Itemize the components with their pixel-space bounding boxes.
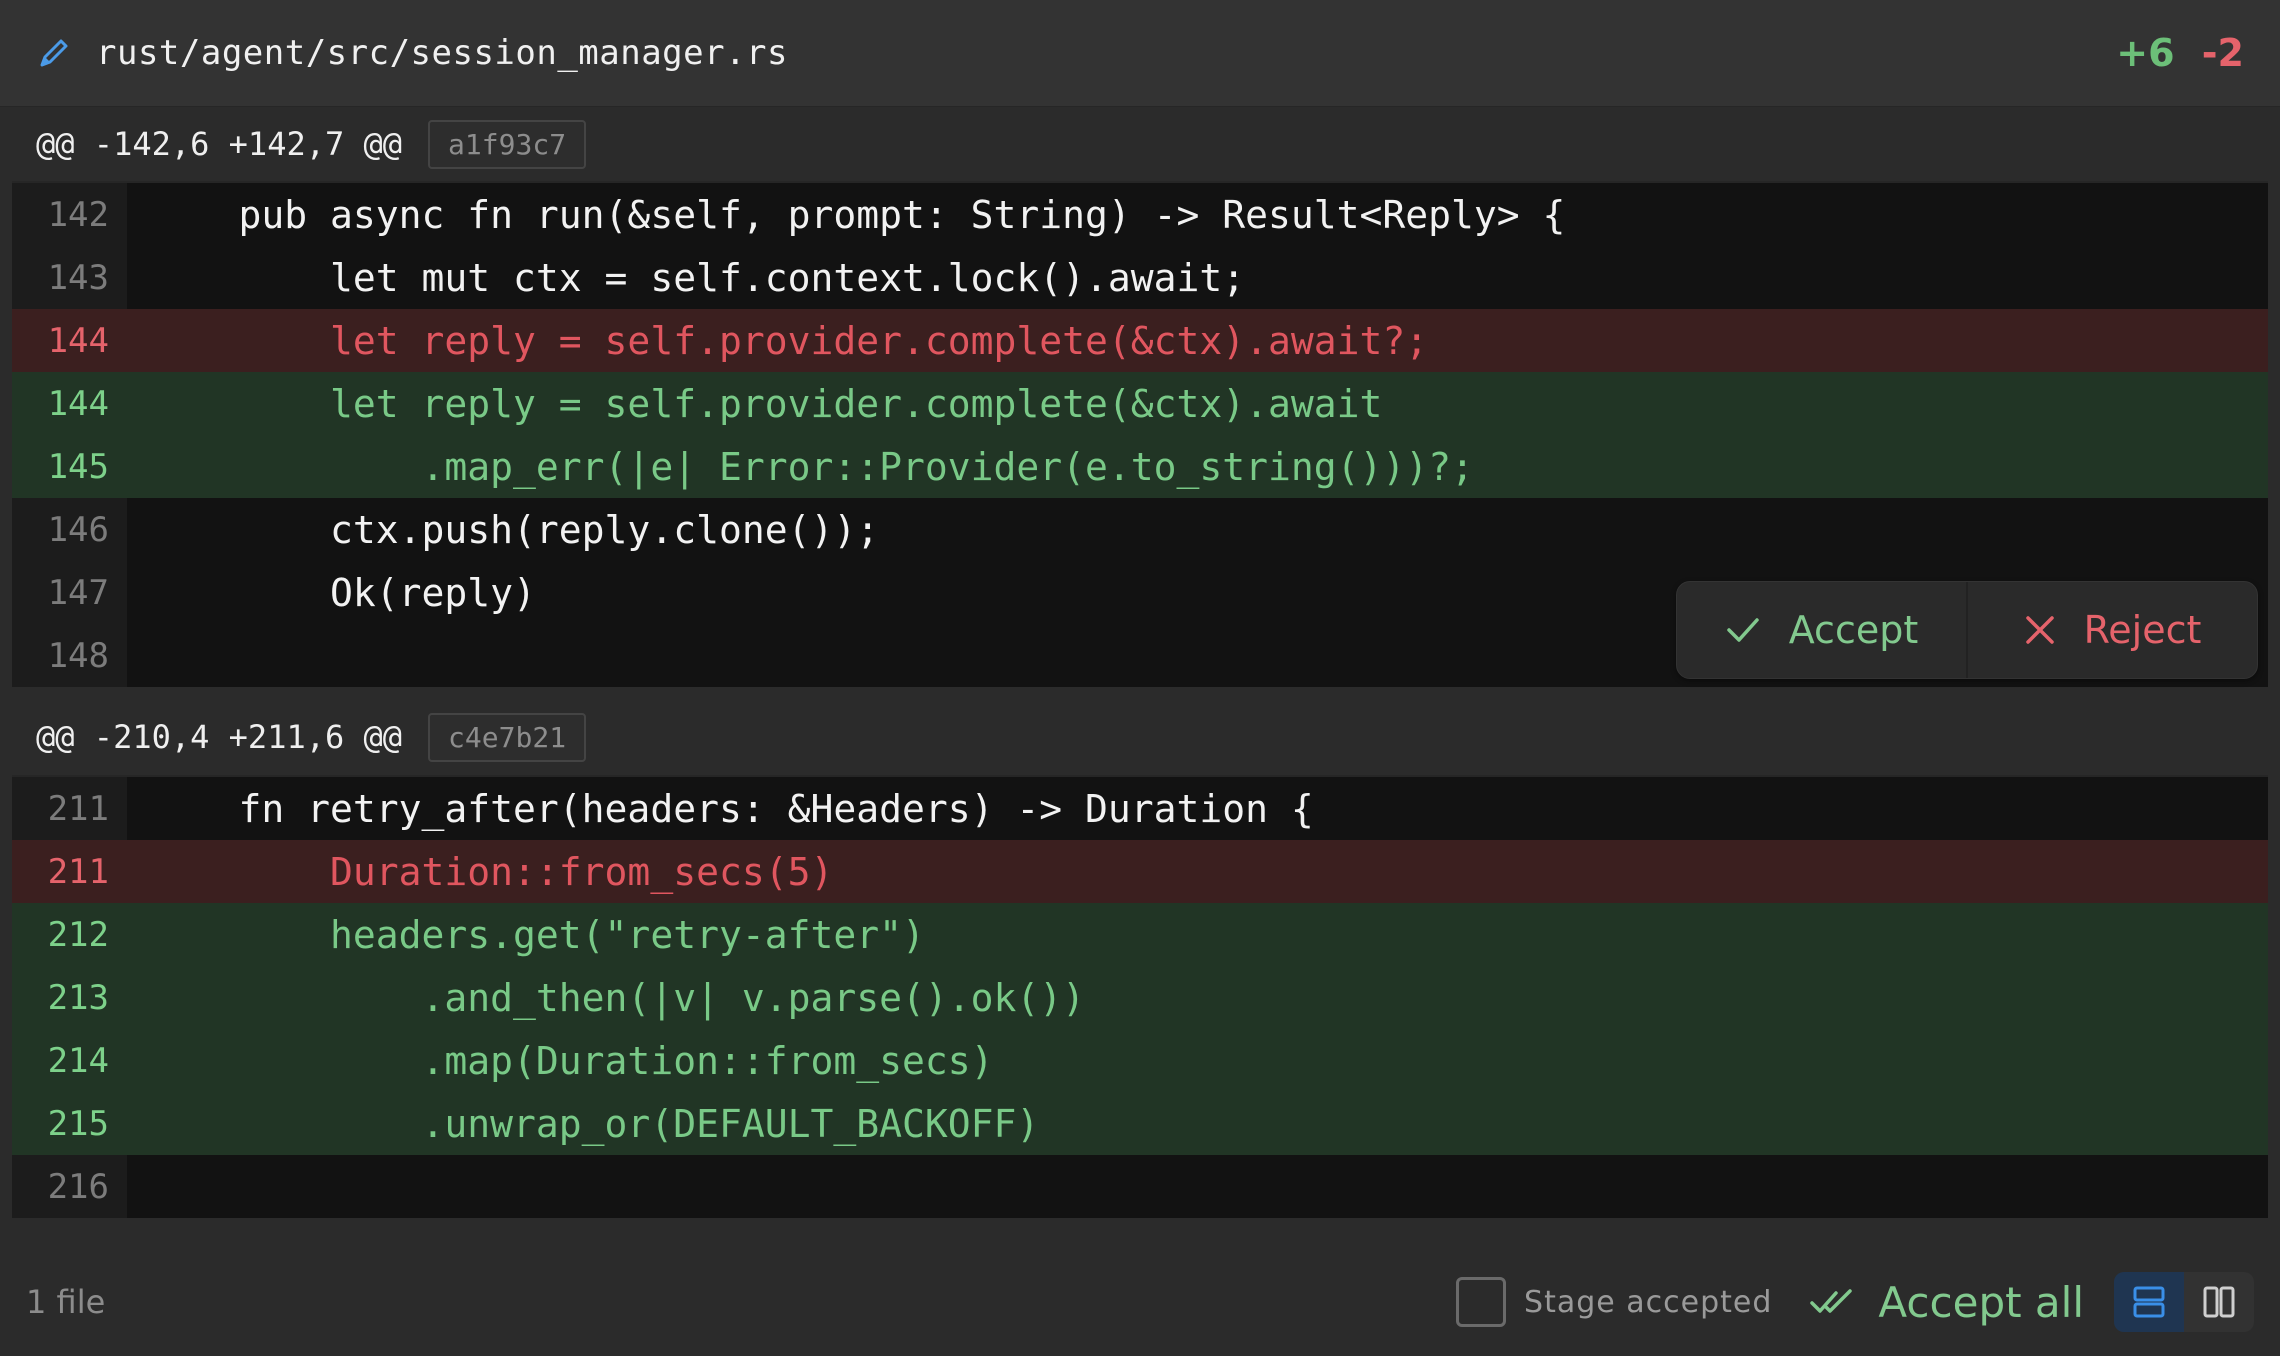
line-number: 212 [12, 903, 127, 966]
line-number: 145 [12, 435, 127, 498]
reject-label: Reject [2083, 608, 2202, 652]
added-line: 214 .map(Duration::from_secs) [12, 1029, 2268, 1092]
hunk-header: @@ -210,4 +211,6 @@ c4e7b21 [0, 699, 2280, 775]
code-text: .map(Duration::from_secs) [147, 1038, 994, 1083]
code-text: ctx.push(reply.clone()); [147, 507, 880, 552]
view-mode-toggle [2114, 1272, 2254, 1332]
code-line: 143 let mut ctx = self.context.lock().aw… [12, 246, 2268, 309]
code-text: headers.get("retry-after") [147, 912, 925, 957]
added-line: 145 .map_err(|e| Error::Provider(e.to_st… [12, 435, 2268, 498]
line-number: 148 [12, 624, 127, 687]
code-text: Ok(reply) [147, 570, 536, 615]
pencil-icon [36, 35, 72, 71]
line-number: 213 [12, 966, 127, 1029]
unified-view-icon [2132, 1285, 2166, 1319]
hunk-code: 211 fn retry_after(headers: &Headers) ->… [12, 775, 2268, 1218]
hunk-code: 142 pub async fn run(&self, prompt: Stri… [12, 181, 2268, 687]
line-number: 143 [12, 246, 127, 309]
code-line: 216 [12, 1155, 2268, 1218]
code-text: .and_then(|v| v.parse().ok()) [147, 975, 1085, 1020]
line-number: 211 [12, 840, 127, 903]
double-check-icon [1810, 1287, 1856, 1317]
line-number: 144 [12, 372, 127, 435]
stage-accepted-label[interactable]: Stage accepted [1524, 1285, 1772, 1320]
code-text: .unwrap_or(DEFAULT_BACKOFF) [147, 1101, 1040, 1146]
diff-view: rust/agent/src/session_manager.rs +6 -2 … [0, 0, 2280, 1356]
hunk-action-bar: Accept Reject [1676, 581, 2258, 679]
hunk-header: @@ -142,6 +142,7 @@ a1f93c7 [0, 107, 2280, 181]
line-number: 211 [12, 777, 127, 840]
commit-hash-badge[interactable]: c4e7b21 [428, 712, 587, 762]
deleted-line: 211 Duration::from_secs(5) [12, 840, 2268, 903]
added-line: 215 .unwrap_or(DEFAULT_BACKOFF) [12, 1092, 2268, 1155]
code-text: let reply = self.provider.complete(&ctx)… [147, 318, 1429, 363]
code-text: .map_err(|e| Error::Provider(e.to_string… [147, 444, 1474, 489]
split-view-icon [2202, 1285, 2236, 1319]
close-icon [2024, 614, 2056, 646]
split-view-button[interactable] [2184, 1272, 2254, 1332]
line-number: 144 [12, 309, 127, 372]
line-number: 142 [12, 183, 127, 246]
accept-all-label: Accept all [1878, 1277, 2084, 1327]
line-number: 214 [12, 1029, 127, 1092]
code-text: pub async fn run(&self, prompt: String) … [147, 192, 1566, 237]
added-line: 144 let reply = self.provider.complete(&… [12, 372, 2268, 435]
file-header: rust/agent/src/session_manager.rs +6 -2 [0, 0, 2280, 107]
check-icon [1725, 612, 1761, 648]
code-text: Duration::from_secs(5) [147, 849, 834, 894]
added-line: 213 .and_then(|v| v.parse().ok()) [12, 966, 2268, 1029]
code-text: let mut ctx = self.context.lock().await; [147, 255, 1246, 300]
stage-accepted-checkbox[interactable] [1456, 1277, 1507, 1327]
accept-button[interactable]: Accept [1677, 582, 1968, 678]
accept-label: Accept [1788, 608, 1919, 652]
line-number: 216 [12, 1155, 127, 1218]
deleted-line: 144 let reply = self.provider.complete(&… [12, 309, 2268, 372]
code-text: let reply = self.provider.complete(&ctx)… [147, 381, 1383, 426]
line-number: 146 [12, 498, 127, 561]
footer-actions: Stage accepted Accept all [1456, 1272, 2254, 1332]
file-count: 1 file [26, 1283, 106, 1321]
reject-button[interactable]: Reject [1968, 582, 2257, 678]
code-line: 211 fn retry_after(headers: &Headers) ->… [12, 777, 2268, 840]
hunk-range: @@ -142,6 +142,7 @@ [36, 125, 403, 163]
unified-view-button[interactable] [2114, 1272, 2184, 1332]
file-path: rust/agent/src/session_manager.rs [96, 33, 789, 73]
footer-bar: 1 file Stage accepted Accept all [0, 1248, 2280, 1356]
additions-count: +6 [2116, 31, 2175, 75]
commit-hash-badge[interactable]: a1f93c7 [428, 119, 587, 169]
code-line: 142 pub async fn run(&self, prompt: Stri… [12, 183, 2268, 246]
line-number: 215 [12, 1092, 127, 1155]
diff-stats: +6 -2 [2116, 31, 2244, 75]
hunk-range: @@ -210,4 +211,6 @@ [36, 718, 403, 756]
added-line: 212 headers.get("retry-after") [12, 903, 2268, 966]
code-text: fn retry_after(headers: &Headers) -> Dur… [147, 786, 1314, 831]
line-number: 147 [12, 561, 127, 624]
accept-all-button[interactable]: Accept all [1810, 1278, 2084, 1327]
code-line: 146 ctx.push(reply.clone()); [12, 498, 2268, 561]
deletions-count: -2 [2201, 31, 2244, 75]
